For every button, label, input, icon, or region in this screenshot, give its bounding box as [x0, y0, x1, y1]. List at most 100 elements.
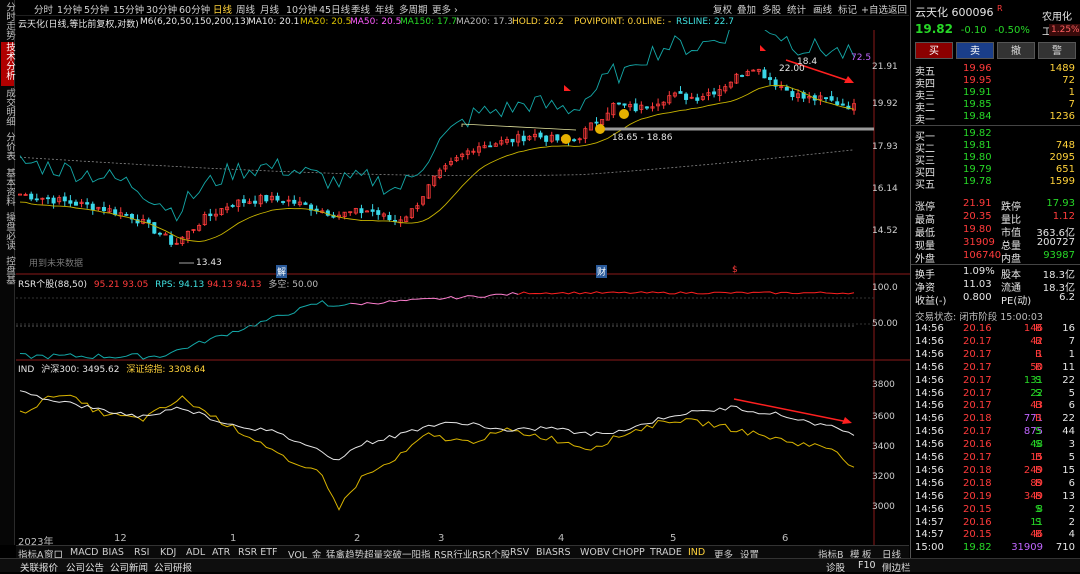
period-14[interactable]: 更多 › — [432, 2, 458, 16]
indicator-tab-4[interactable]: RSI — [134, 547, 149, 558]
ind-y-tick: 3000 — [872, 502, 895, 512]
rs-line — [19, 30, 855, 222]
ask-row[interactable]: 卖五 19.96 1489 — [911, 63, 1080, 78]
ask-row[interactable]: 卖三 19.91 1 — [911, 87, 1080, 102]
vtab-0[interactable]: 分时走势 — [1, 2, 15, 40]
period-3[interactable]: 15分钟 — [113, 2, 144, 16]
indicator-tab-20[interactable]: IND — [688, 547, 705, 558]
vtab-2[interactable]: 成交明细 — [1, 88, 15, 130]
tick-side: S — [1035, 503, 1042, 515]
period-0[interactable]: 分时 — [34, 2, 53, 16]
level-price: 19.85 — [963, 99, 992, 110]
candle-body — [303, 202, 308, 205]
ask-row[interactable]: 卖四 19.95 72 — [911, 75, 1080, 90]
ask-row[interactable]: 卖一 19.84 1236 — [911, 111, 1080, 126]
bid-row[interactable]: 买三 19.80 2095 — [911, 152, 1080, 167]
indicator-tab-17[interactable]: WOBV — [580, 547, 610, 558]
status-right-1[interactable]: F10 — [858, 560, 876, 571]
period-5[interactable]: 60分钟 — [179, 2, 210, 16]
quote-stats: 涨停 21.91 跌停 17.93 最高 20.35 量比 1.12 最低 19.80 市值 363.… — [911, 196, 1080, 307]
vtab-4[interactable]: 基本资料 — [1, 168, 15, 210]
price-line: 19.82 -0.10 -0.50% — [915, 22, 1030, 36]
status-bar: 关联报价 公司公告 公司新闻 公司研报 诊股 F10 侧边栏 — [0, 558, 1080, 574]
rsr-value: 95.21 — [93, 280, 120, 290]
indicator-tab-6[interactable]: ADL — [186, 547, 205, 558]
ask-row[interactable]: 卖二 19.85 7 — [911, 99, 1080, 114]
ma10-value: MA10: 20.1 — [248, 17, 300, 27]
tool-0[interactable]: 复权 — [713, 2, 732, 16]
tick-time: 14:56 — [915, 490, 944, 502]
tick-time: 14:56 — [915, 361, 944, 373]
period-2[interactable]: 5分钟 — [84, 2, 109, 16]
alert-button[interactable]: 警 — [1038, 42, 1076, 59]
tool-3[interactable]: 统计 — [787, 2, 806, 16]
bid-row[interactable]: 买一 19.82 — [911, 128, 1080, 143]
industry-pct: 1.25% — [1049, 24, 1080, 36]
period-7[interactable]: 周线 — [236, 2, 255, 16]
vtab-3[interactable]: 分价表 — [1, 132, 15, 166]
tick-count: 4 — [1068, 529, 1075, 541]
vtab-1[interactable]: 技术分析 — [1, 42, 15, 86]
tool-7[interactable]: 返回 — [888, 2, 907, 16]
period-12[interactable]: 年线 — [375, 2, 394, 16]
indicator-tab-8[interactable]: RSR ETF — [238, 547, 278, 558]
period-9[interactable]: 10分钟 — [286, 2, 317, 16]
period-8[interactable]: 月线 — [260, 2, 279, 16]
period-6[interactable]: 日线 — [213, 2, 232, 16]
tick-side: B — [1035, 452, 1042, 463]
candle-body — [370, 209, 375, 212]
cancel-button[interactable]: 撤 — [997, 42, 1035, 59]
tool-4[interactable]: 画线 — [813, 2, 832, 16]
period-1[interactable]: 1分钟 — [57, 2, 82, 16]
sell-button[interactable]: 卖 — [956, 42, 994, 59]
candle-body — [253, 200, 258, 204]
buy-button[interactable]: 买 — [915, 42, 953, 59]
tick-price: 20.17 — [963, 387, 992, 399]
tool-6[interactable]: +自选 — [861, 2, 888, 16]
candle-body — [45, 197, 50, 200]
bid-row[interactable]: 买五 19.78 1599 — [911, 176, 1080, 191]
tool-5[interactable]: 标记 — [838, 2, 857, 16]
dividend-marker[interactable]: $ — [732, 265, 738, 275]
period-13[interactable]: 多周期 — [399, 2, 428, 16]
candle-body — [113, 209, 118, 215]
bid-row[interactable]: 买二 19.81 748 — [911, 140, 1080, 155]
indicator-tab-19[interactable]: TRADE — [650, 547, 682, 558]
x-tick: 12 — [114, 533, 127, 544]
candle-body — [644, 106, 649, 109]
tick-list[interactable]: 14:56 20.16 146 B 16 14:56 20.17 42 B 7 14:56 20.17… — [911, 323, 1080, 558]
tool-2[interactable]: 多股 — [762, 2, 781, 16]
x-tick: 3 — [438, 533, 445, 544]
tick-price: 20.17 — [963, 361, 992, 373]
period-11[interactable]: 季线 — [351, 2, 370, 16]
tick-price: 20.18 — [963, 464, 992, 476]
stat-cell: 31909 — [963, 237, 995, 248]
tick-price: 20.17 — [963, 374, 992, 386]
tick-count: 22 — [1062, 374, 1075, 386]
indicator-tab-18[interactable]: CHOPP — [612, 547, 645, 558]
indicator-tab-7[interactable]: ATR — [212, 547, 230, 558]
period-10[interactable]: 45日线 — [319, 2, 350, 16]
indicator-tab-3[interactable]: BIAS — [102, 547, 124, 558]
period-4[interactable]: 30分钟 — [146, 2, 177, 16]
indicator-tab-15[interactable]: RSV — [510, 547, 529, 558]
tick-count: 2 — [1068, 503, 1075, 515]
rsr-y-tick: 50.00 — [872, 319, 898, 329]
tick-price: 20.16 — [963, 323, 992, 334]
tick-count: 710 — [1055, 542, 1075, 554]
quote-panel: 云天化 600096 R 农用化工 19.82 -0.10 -0.50% 1.2… — [910, 0, 1080, 558]
ind-trend-arrow-head — [842, 417, 852, 424]
indicator-tab-16[interactable]: BIASRS — [536, 547, 570, 558]
vtab-6[interactable]: 控盘基 — [1, 256, 15, 292]
indicator-tab-2[interactable]: MACD — [70, 547, 98, 558]
tick-price: 20.17 — [963, 335, 992, 347]
finance-marker[interactable]: 财 — [596, 265, 608, 278]
tool-1[interactable]: 叠加 — [737, 2, 756, 16]
bid-row[interactable]: 买四 19.79 651 — [911, 164, 1080, 179]
candle-body — [387, 215, 392, 221]
candle-body — [488, 145, 493, 148]
vtab-5[interactable]: 操盘必读 — [1, 212, 15, 254]
triangle-marker — [760, 45, 766, 51]
ma-settings: M6(6,20,50,150,200,13) — [140, 17, 250, 27]
indicator-tab-5[interactable]: KDJ — [160, 547, 176, 558]
